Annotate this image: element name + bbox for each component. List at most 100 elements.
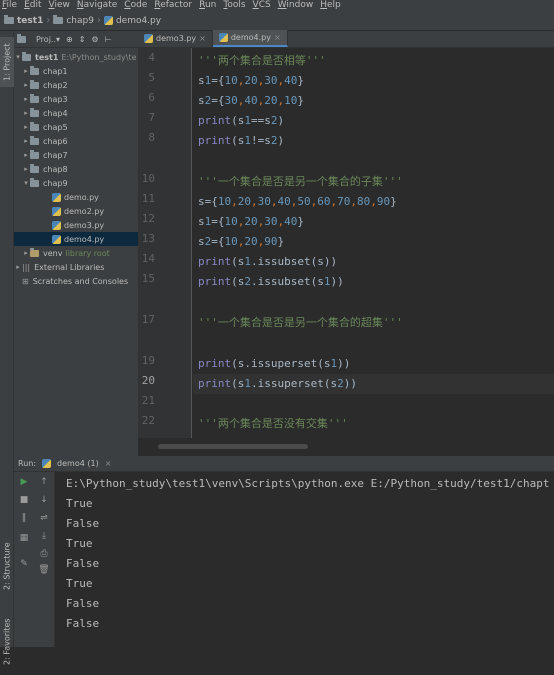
horizontal-scrollbar[interactable]: [158, 444, 308, 449]
tree-folder-chap9[interactable]: ▾ chap9: [14, 176, 138, 190]
tree-file-demo4[interactable]: demo4.py: [14, 232, 138, 246]
breadcrumb-item-test1[interactable]: test1: [4, 15, 43, 26]
menu-window[interactable]: Window: [278, 0, 314, 11]
line-number: 15: [141, 272, 155, 285]
line-number-current: 20: [141, 374, 155, 387]
stop-icon[interactable]: ■: [18, 494, 30, 506]
menu-navigate[interactable]: Navigate: [77, 0, 117, 11]
tree-file-demo3[interactable]: demo3.py: [14, 218, 138, 232]
soft-wrap-icon[interactable]: ⇌: [38, 512, 50, 524]
tab-project[interactable]: 1: Project: [0, 37, 14, 87]
tree-root-test1[interactable]: ▾ test1 E:\Python_study\te: [14, 50, 138, 64]
print-icon[interactable]: ⎙: [38, 548, 50, 560]
menu-view[interactable]: View: [49, 0, 70, 11]
menu-bar: File Edit View Navigate Code Refactor Ru…: [0, 0, 554, 11]
console-output-line: True: [66, 537, 93, 550]
locate-icon[interactable]: ⊕: [66, 35, 73, 44]
code-line: print(s1.issubset(s)): [198, 255, 338, 268]
menu-edit[interactable]: Edit: [24, 0, 41, 11]
folder-icon: [30, 163, 39, 173]
line-number: 12: [141, 212, 155, 225]
project-view-dropdown[interactable]: Proj..▾: [36, 35, 60, 44]
tree-folder-label: chap7: [43, 150, 68, 160]
menu-file[interactable]: File: [2, 0, 17, 11]
tree-folder-venv[interactable]: ▸ venv library root: [14, 246, 138, 260]
gear-icon[interactable]: ⚙: [91, 35, 98, 44]
menu-vcs[interactable]: VCS: [253, 0, 271, 11]
python-file-icon: [52, 192, 61, 202]
menu-help[interactable]: Help: [320, 0, 341, 11]
breadcrumb-item-chap9[interactable]: chap9: [53, 15, 94, 26]
tree-folder-chap2[interactable]: ▸ chap2: [14, 78, 138, 92]
line-number: 6: [148, 91, 155, 104]
layout-icon[interactable]: ▦: [18, 532, 30, 544]
scroll-to-end-icon[interactable]: ⤓: [38, 530, 50, 542]
pin-icon[interactable]: ✎: [18, 558, 30, 570]
collapsed-arrow-icon: ▸: [16, 263, 20, 271]
folder-icon: [30, 247, 39, 257]
tab-structure[interactable]: 2: Structure: [0, 531, 14, 601]
scroll-down-icon[interactable]: ↓: [38, 494, 50, 506]
tree-file-demo2[interactable]: demo2.py: [14, 204, 138, 218]
tree-folder-label: venv: [43, 248, 63, 258]
console-output-line: False: [66, 557, 100, 570]
scroll-up-icon[interactable]: ↑: [38, 476, 50, 488]
tree-folder-chap5[interactable]: ▸ chap5: [14, 120, 138, 134]
menu-code[interactable]: Code: [124, 0, 147, 11]
line-number: 21: [141, 394, 155, 407]
console-output-line: False: [66, 617, 100, 630]
tree-scratches[interactable]: ⊞ Scratches and Consoles: [14, 274, 138, 288]
docstring: '''一个集合是否是另一个集合的子集''': [198, 175, 403, 188]
tab-favorites[interactable]: 2: Favorites: [0, 609, 14, 675]
rerun-icon[interactable]: ▶: [18, 476, 30, 488]
trash-icon[interactable]: 🗑: [38, 564, 50, 576]
tree-folder-chap8[interactable]: ▸ chap8: [14, 162, 138, 176]
project-panel-header: Proj..▾ ⊕ ⇕ ⚙ ⊢: [14, 31, 138, 48]
folder-icon: [30, 149, 39, 159]
close-icon[interactable]: ×: [199, 34, 206, 43]
code-line: '''一个集合是否是另一个集合的超集''': [198, 313, 403, 333]
tab-structure-label: 2: Structure: [2, 542, 12, 590]
tree-folder-chap7[interactable]: ▸ chap7: [14, 148, 138, 162]
run-tab[interactable]: demo4 (1): [57, 459, 99, 468]
tree-file-demo[interactable]: demo.py: [14, 190, 138, 204]
tree-folder-chap6[interactable]: ▸ chap6: [14, 134, 138, 148]
code-editor[interactable]: '''两个集合是否相等''' s1={10,20,30,40} s2={30,4…: [193, 48, 554, 438]
close-icon[interactable]: ×: [105, 459, 112, 468]
tree-folder-chap4[interactable]: ▸ chap4: [14, 106, 138, 120]
close-icon[interactable]: ×: [274, 33, 281, 42]
tree-folder-chap1[interactable]: ▸ chap1: [14, 64, 138, 78]
tree-external-libraries[interactable]: ▸ ||| External Libraries: [14, 260, 138, 274]
code-line: '''一个集合是否是另一个集合的子集''': [198, 172, 403, 192]
tab-favorites-label: 2: Favorites: [2, 618, 12, 666]
folder-icon: [30, 177, 39, 187]
code-line: s={10,20,30,40,50,60,70,80,90}: [198, 195, 397, 208]
code-line: print(s2.issubset(s1)): [198, 275, 344, 288]
tree-external-label: External Libraries: [34, 262, 105, 272]
tree-folder-label: chap1: [43, 66, 68, 76]
tab-demo4[interactable]: demo4.py ×: [212, 30, 288, 47]
breadcrumb-label: chap9: [66, 15, 94, 26]
run-toolbar: ▶ ↑ ■ ↓ ‖ ⇌ ▦ ⤓ ✎ ⎙ 🗑: [14, 472, 54, 647]
line-number: 7: [148, 111, 155, 124]
menu-tools[interactable]: Tools: [223, 0, 245, 11]
pause-icon[interactable]: ‖: [18, 512, 30, 524]
chevron-right-icon: ›: [96, 15, 101, 26]
hide-icon[interactable]: ⊢: [105, 35, 112, 44]
collapsed-arrow-icon: ▸: [24, 109, 28, 117]
console-output-line: False: [66, 597, 100, 610]
collapsed-arrow-icon: ▸: [24, 165, 28, 173]
tree-folder-chap3[interactable]: ▸ chap3: [14, 92, 138, 106]
breadcrumb-item-demo4[interactable]: demo4.py: [103, 16, 161, 26]
tab-project-label: 1: Project: [2, 43, 12, 81]
editor-tab-bar: demo3.py × demo4.py ×: [138, 30, 554, 48]
tab-demo3[interactable]: demo3.py ×: [138, 30, 213, 47]
code-line: '''两个集合是否没有交集''': [198, 414, 348, 434]
menu-run[interactable]: Run: [199, 0, 216, 11]
run-console[interactable]: E:\Python_study\test1\venv\Scripts\pytho…: [54, 472, 554, 647]
line-number: 17: [141, 313, 155, 326]
docstring: '''两个集合是否相等''': [198, 54, 326, 67]
collapse-icon[interactable]: ⇕: [79, 35, 86, 44]
menu-refactor[interactable]: Refactor: [154, 0, 192, 11]
tree-folder-label: chap6: [43, 136, 68, 146]
